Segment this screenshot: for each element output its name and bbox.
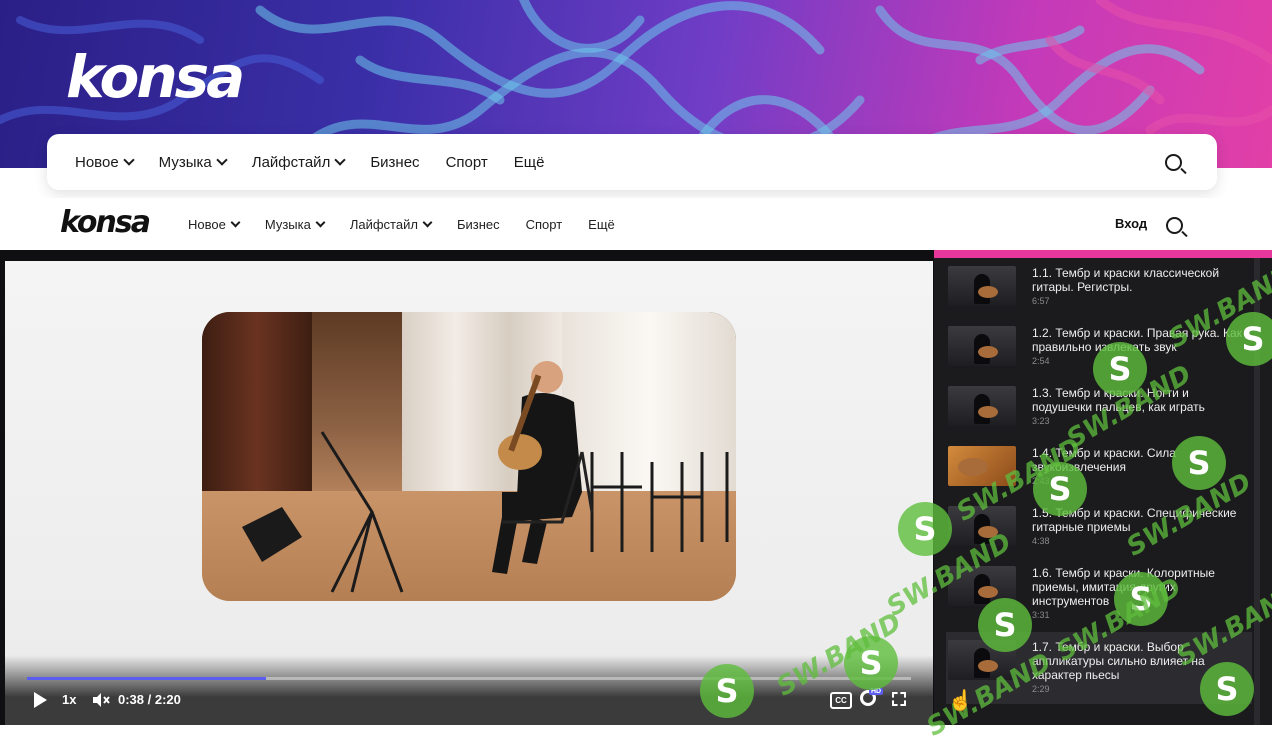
playlist-item-duration: 6:57 <box>1032 296 1050 306</box>
playlist-item[interactable]: 1.1. Тембр и краски классической гитары.… <box>946 258 1252 318</box>
playlist-item-duration: 3:23 <box>1032 416 1050 426</box>
nav-item-sport[interactable]: Спорт <box>446 154 488 171</box>
nav-item-label: Бизнес <box>370 153 420 171</box>
playlist-item-title: 1.4. Тембр и краски. Сила звукоизвлечени… <box>1032 446 1176 474</box>
video-thumbnail <box>948 386 1016 426</box>
speed-button[interactable]: 1x <box>62 692 76 707</box>
brand-logo-small[interactable]: konsa <box>60 208 151 238</box>
playlist-item-title: 1.2. Тембр и краски. Правая рука. Как пр… <box>1032 326 1242 354</box>
search-icon[interactable] <box>1165 154 1182 171</box>
playlist-item-title: 1.1. Тембр и краски классической гитары.… <box>1032 266 1220 294</box>
nav-item-music[interactable]: Музыка <box>264 216 326 232</box>
playlist-item-duration: 2:43 <box>1032 476 1050 486</box>
nav-item-more[interactable]: Ещё <box>588 217 615 232</box>
main-nav-menu: Новое Музыка Лайфстайл Бизнес Спорт Ещё <box>75 134 544 190</box>
playlist-item-title: 1.6. Тембр и краски. Колоритные приемы, … <box>1032 566 1215 608</box>
video-thumbnail <box>948 446 1016 486</box>
nav-item-label: Лайфстайл <box>251 153 331 171</box>
playlist-scrollbar[interactable] <box>1254 258 1260 725</box>
chevron-down-icon <box>230 217 241 227</box>
hd-badge: HD <box>869 688 884 695</box>
playlist-item-duration: 4:38 <box>1032 536 1050 546</box>
nav-item-music[interactable]: Музыка <box>158 153 228 171</box>
playlist-item-duration: 2:54 <box>1032 356 1050 366</box>
sticky-header: konsa Новое Музыка Лайфстайл Бизнес Спор… <box>0 198 1272 250</box>
playlist-accent-strip <box>934 250 1272 258</box>
nav-item-business[interactable]: Бизнес <box>457 217 500 232</box>
playlist-item[interactable]: 1.5. Тембр и краски. Специфические гитар… <box>946 498 1252 558</box>
nav-item-label: Спорт <box>525 216 563 232</box>
chevron-down-icon <box>123 154 135 166</box>
playlist-item-active[interactable]: 1.7. Тембр и краски. Выбор аппликатуры с… <box>946 632 1252 704</box>
playlist-item-title: 1.7. Тембр и краски. Выбор аппликатуры с… <box>1032 640 1205 682</box>
nav-item-label: Бизнес <box>456 216 500 232</box>
sticky-nav-menu: Новое Музыка Лайфстайл Бизнес Спорт Ещё <box>188 198 615 250</box>
nav-item-label: Музыка <box>264 216 311 232</box>
nav-item-label: Спорт <box>445 153 488 171</box>
chevron-down-icon <box>334 154 346 166</box>
playlist-item[interactable]: 1.2. Тембр и краски. Правая рука. Как пр… <box>946 318 1252 378</box>
mute-icon[interactable] <box>92 693 110 707</box>
nav-item-sport[interactable]: Спорт <box>526 217 563 232</box>
player-controls <box>5 655 933 725</box>
nav-item-label: Новое <box>75 153 119 171</box>
playlist-panel: 1.1. Тембр и краски классической гитары.… <box>934 258 1272 725</box>
nav-item-label: Новое <box>188 216 226 232</box>
brand-logo[interactable]: konsa <box>66 48 245 106</box>
playlist-item-title: 1.3. Тембр и краски. Ногти и подушечки п… <box>1032 386 1205 414</box>
video-frame <box>202 312 736 601</box>
chevron-down-icon <box>315 217 326 227</box>
video-thumbnail <box>948 326 1016 366</box>
login-link[interactable]: Вход <box>1115 216 1147 231</box>
nav-item-new[interactable]: Новое <box>188 216 241 232</box>
video-thumbnail <box>948 566 1016 606</box>
progress-fill <box>27 677 266 680</box>
playlist-item[interactable]: 1.4. Тембр и краски. Сила звукоизвлечени… <box>946 438 1252 498</box>
nav-item-label: Ещё <box>588 216 615 232</box>
video-thumbnail <box>948 640 1016 680</box>
nav-item-more[interactable]: Ещё <box>514 154 545 171</box>
progress-bar[interactable] <box>27 677 911 680</box>
main-nav: Новое Музыка Лайфстайл Бизнес Спорт Ещё <box>47 134 1217 190</box>
nav-item-label: Музыка <box>158 153 212 171</box>
playlist-item[interactable]: 1.6. Тембр и краски. Колоритные приемы, … <box>946 558 1252 630</box>
playlist-item[interactable]: 1.3. Тембр и краски. Ногти и подушечки п… <box>946 378 1252 438</box>
chevron-down-icon <box>422 217 433 227</box>
nav-item-label: Ещё <box>513 153 545 171</box>
playlist-item-title: 1.5. Тембр и краски. Специфические гитар… <box>1032 506 1237 534</box>
nav-item-lifestyle[interactable]: Лайфстайл <box>349 216 433 232</box>
search-icon[interactable] <box>1166 217 1183 234</box>
playlist-item-duration: 3:31 <box>1032 610 1050 620</box>
play-icon[interactable] <box>34 692 47 708</box>
video-thumbnail <box>948 506 1016 546</box>
playlist-item-duration: 2:29 <box>1032 684 1050 694</box>
mouse-cursor-icon: ☝ <box>948 690 973 712</box>
video-thumbnail <box>948 266 1016 306</box>
nav-item-new[interactable]: Новое <box>75 153 135 171</box>
time-display: 0:38 / 2:20 <box>118 692 181 707</box>
nav-item-lifestyle[interactable]: Лайфстайл <box>251 153 346 171</box>
performer-illustration <box>242 361 729 593</box>
nav-item-business[interactable]: Бизнес <box>370 154 419 171</box>
chevron-down-icon <box>216 154 228 166</box>
captions-button[interactable]: CC <box>830 692 852 709</box>
nav-item-label: Лайфстайл <box>349 216 418 232</box>
